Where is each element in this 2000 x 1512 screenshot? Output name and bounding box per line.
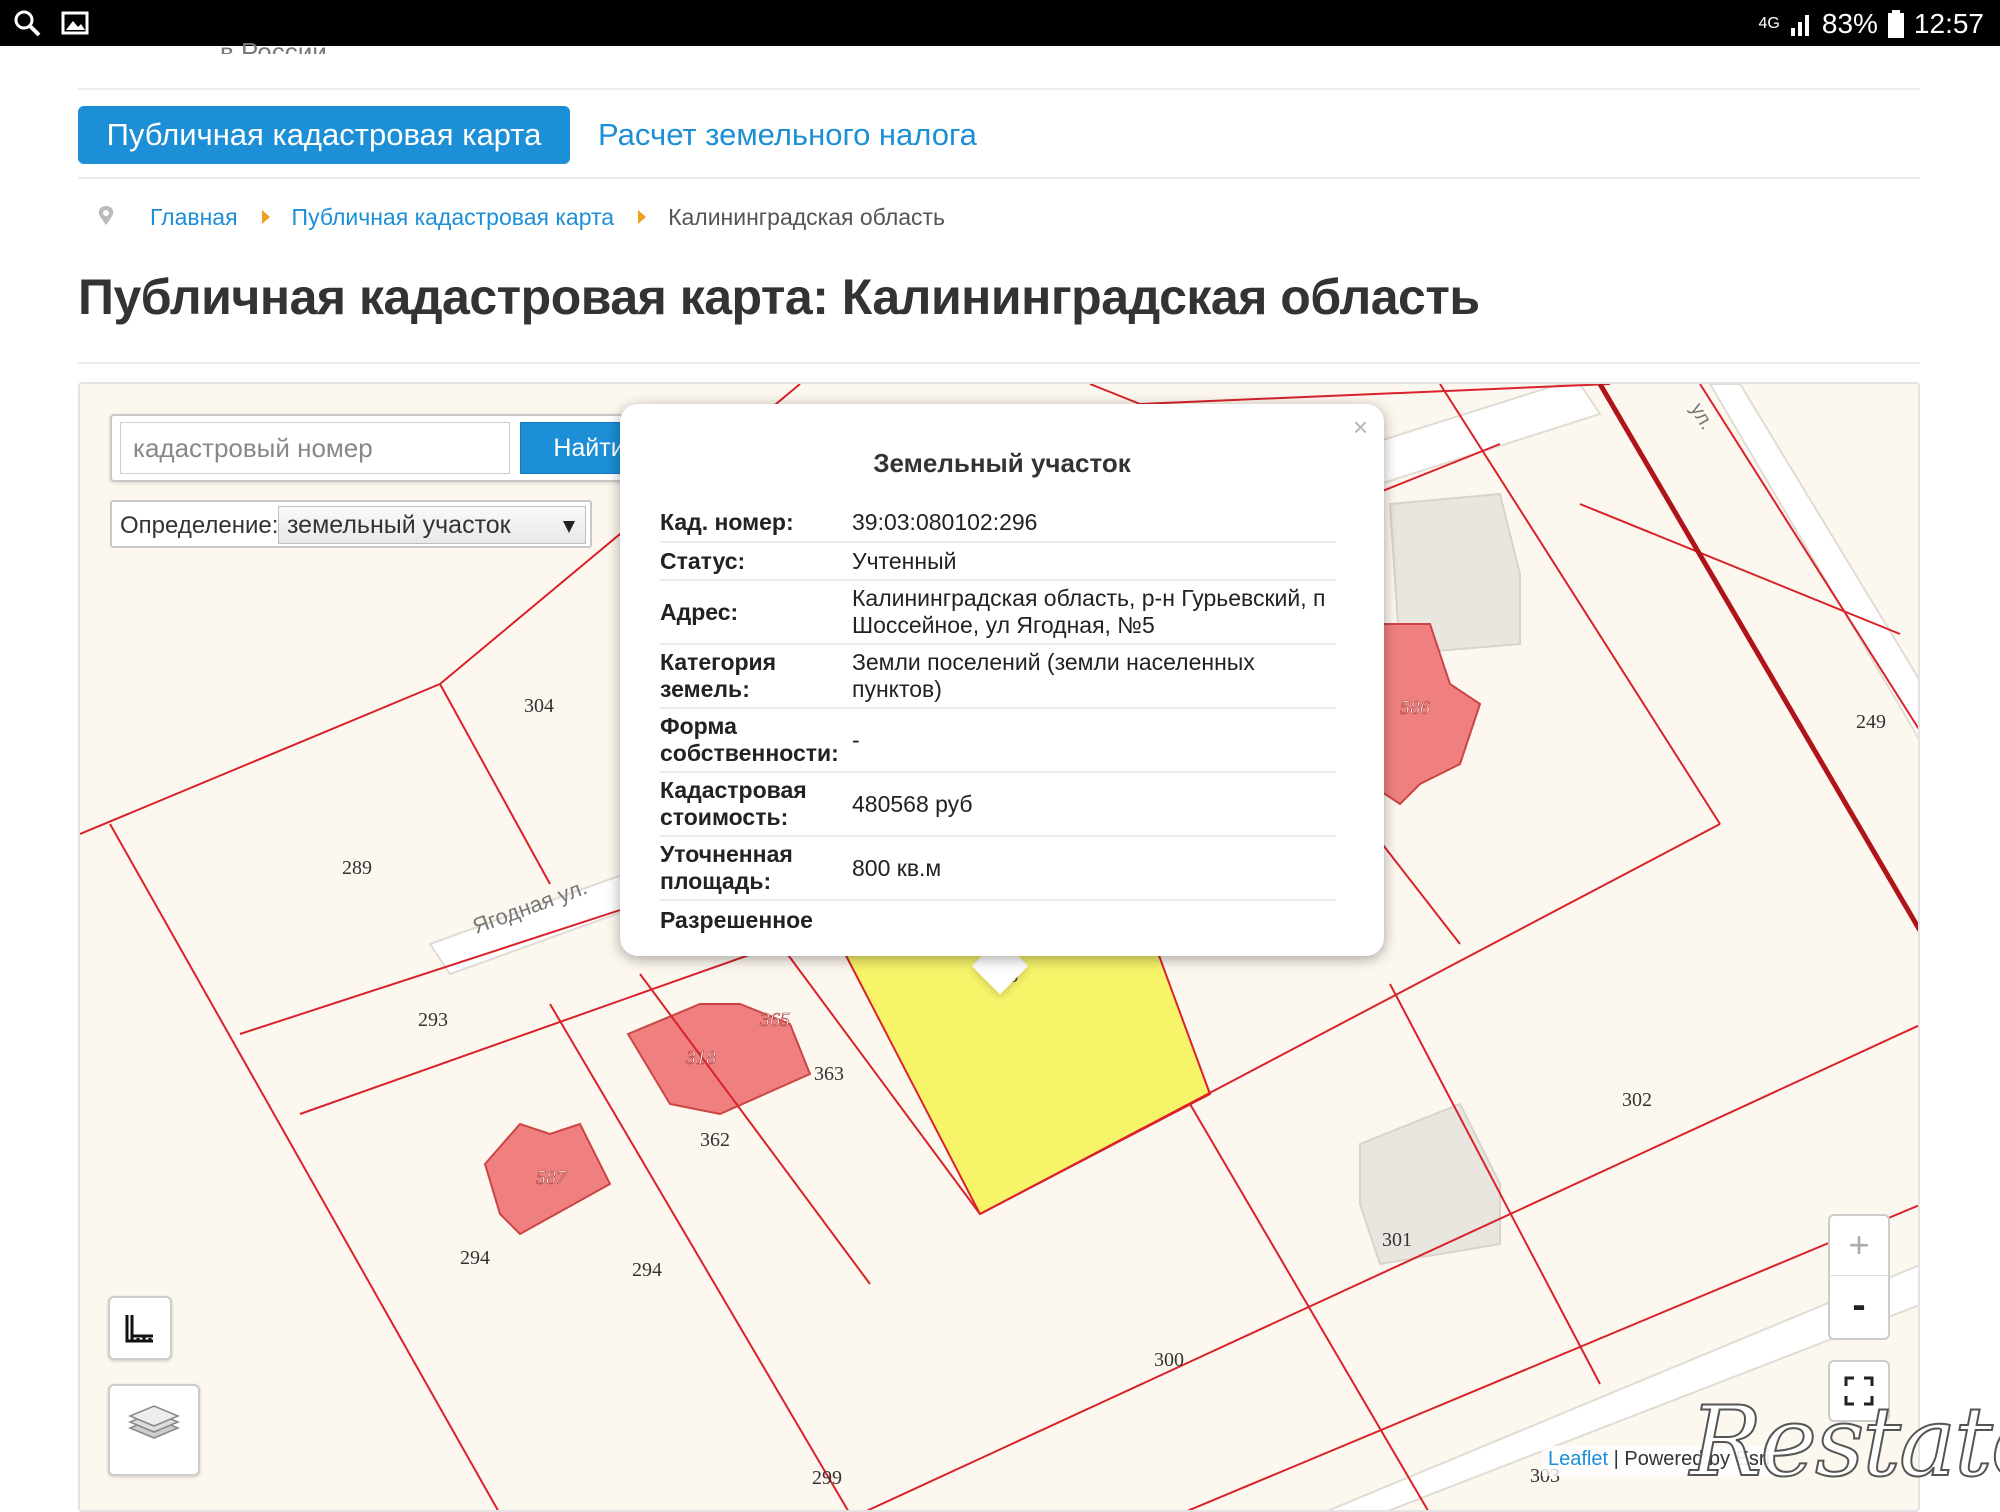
divider [78,177,1920,179]
info-row: Статус: Учтенный [660,542,1336,581]
cadastral-number-input[interactable] [120,422,510,474]
chevron-right-icon [261,210,270,224]
parcel-label: 293 [418,1009,448,1031]
info-row: Кад. номер: 39:03:080102:296 [660,504,1336,543]
signal-icon [1790,15,1809,36]
info-key: Кадастровая стоимость: [660,772,844,837]
parcel-label: 299 [812,1467,842,1489]
info-value: Учтенный [844,542,1336,581]
battery-icon [1887,10,1904,38]
layers-button[interactable] [108,1384,200,1476]
info-value [844,900,1336,940]
parcel-label: 249 [1856,711,1886,733]
breadcrumb-home[interactable]: Главная [150,204,238,231]
building-label: 318 [685,1047,716,1069]
road [1368,384,1602,486]
info-value: 39:03:080102:296 [844,504,1336,543]
parcel-label: 302 [1622,1089,1652,1111]
info-value: 800 кв.м [844,836,1336,901]
zoom-control: + - [1828,1214,1890,1340]
breadcrumb-current: Калининградская область [668,203,946,230]
divider [78,88,1920,90]
info-key: Статус: [660,542,844,581]
info-row: Форма собственности: - [660,708,1336,773]
building-label: 365 [759,1009,790,1031]
zoom-out-button[interactable]: - [1830,1278,1888,1338]
building-label: 587 [536,1167,567,1189]
info-row: Кадастровая стоимость: 480568 руб [660,772,1336,837]
location-pin-icon [98,206,114,225]
divider [78,362,1920,364]
parcel-label: 304 [524,695,554,717]
layers-icon [128,1405,180,1439]
info-value: Земли поселений (земли населенных пункто… [844,644,1336,709]
battery-percent: 83% [1821,8,1878,39]
gray-building [1359,1102,1501,1266]
search-icon [14,10,41,37]
info-value: 480568 руб [844,772,1336,837]
info-value: Калининградская область, р-н Гурьевский,… [844,580,1336,645]
parcel-label: 294 [460,1247,490,1269]
watermark-logo: Restate [1689,1385,2000,1499]
parcel-label: 294 [632,1259,662,1281]
zoom-in-button[interactable]: + [1830,1216,1888,1276]
tab-land-tax[interactable]: Расчет земельного налога [598,106,977,164]
cadastral-search: Найти [110,414,666,482]
network-type: 4G [1758,15,1780,32]
info-key: Кад. номер: [660,504,844,543]
page-title: Публичная кадастровая карта: Калининград… [78,269,1480,325]
parcel-label: 363 [814,1063,844,1085]
chevron-right-icon [638,210,647,224]
definition-filter: Определение: земельный участок [110,500,592,548]
parcel-label: 289 [342,857,372,879]
dropdown-arrow-icon [563,521,575,533]
definition-select[interactable]: земельный участок [278,506,586,544]
definition-select-value: земельный участок [287,511,511,539]
info-row: Адрес: Калининградская область, р-н Гурье… [660,580,1336,645]
info-row: Разрешенное [660,900,1336,940]
parcel-label: 362 [700,1129,730,1151]
gallery-icon [61,11,89,35]
info-row: Категория земель: Земли поселений (земли … [660,644,1336,709]
tab-cadastral-map[interactable]: Публичная кадастровая карта [78,106,570,164]
cadastral-map[interactable]: 304 289 293 294 294 362 363 296 302 301 … [78,382,1920,1512]
info-key: Адрес: [660,580,844,645]
parcel-label: 301 [1382,1229,1412,1251]
parcel-info-popup: × Земельный участок Кад. номер: 39:03:080… [620,404,1384,956]
info-key: Категория земель: [660,644,844,709]
parcel-label: 300 [1154,1349,1184,1371]
building-label: 586 [1400,697,1430,719]
parcel-info-table: Кад. номер: 39:03:080102:296 Статус: Учтен… [660,504,1336,940]
measure-button[interactable] [108,1296,172,1360]
info-row: Уточненная площадь: 800 кв.м [660,836,1336,901]
info-value: - [844,708,1336,773]
close-icon[interactable]: × [1353,412,1368,443]
header-cut-text: в России [220,37,327,54]
leaflet-link[interactable]: Leaflet [1548,1448,1608,1470]
info-key: Уточненная площадь: [660,836,844,901]
breadcrumb-map[interactable]: Публичная кадастровая карта [292,204,615,231]
clock: 12:57 [1913,8,1984,39]
popup-title: Земельный участок [873,448,1131,478]
info-key: Форма собственности: [660,708,844,773]
ruler-icon [125,1315,153,1343]
breadcrumb: Главная Публичная кадастровая карта Кали… [96,202,945,232]
definition-label: Определение: [120,512,279,539]
info-key: Разрешенное [660,907,813,933]
